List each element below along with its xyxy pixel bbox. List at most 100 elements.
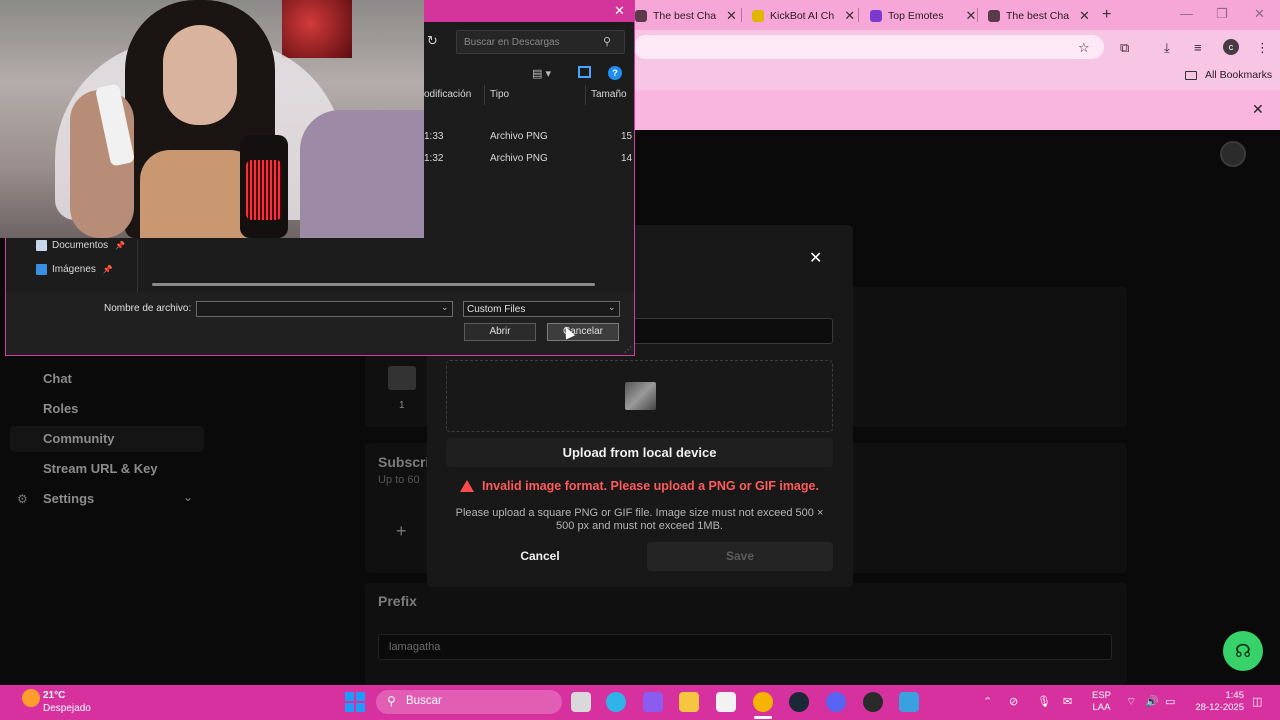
steam-icon[interactable] [789, 692, 809, 712]
dialog-search-input[interactable]: Buscar en Descargas [456, 30, 625, 54]
sidebar-item-chat[interactable]: Chat [43, 371, 72, 386]
view-options-icon[interactable]: ▤ ▾ [532, 67, 551, 80]
prefix-title: Prefix [378, 593, 417, 609]
preview-pane-icon[interactable] [578, 66, 591, 78]
omnibox[interactable] [634, 35, 1104, 59]
media-queue-icon[interactable]: ≡ [1194, 40, 1202, 55]
windows-start-icon[interactable] [345, 692, 365, 712]
emote-thumbnail[interactable] [388, 366, 416, 390]
tab-close-icon[interactable]: ✕ [1079, 8, 1090, 24]
file-type-filter[interactable]: Custom Files [463, 301, 620, 317]
store-icon[interactable] [716, 692, 736, 712]
menu-kebab-icon[interactable]: ⋮ [1256, 40, 1269, 56]
file-row-1-modified[interactable]: 1:33 [424, 131, 443, 142]
dialog-close-icon[interactable]: ✕ [614, 3, 625, 19]
weather-sun-icon[interactable] [22, 689, 40, 707]
browser-tab-4[interactable]: The best Cha ✕ [988, 4, 1090, 28]
notification-bell-icon[interactable]: ◫ [1252, 695, 1262, 708]
notification-icon[interactable]: ✉ [1063, 695, 1072, 708]
new-tab-icon[interactable]: + [1102, 6, 1111, 24]
window-close-icon[interactable]: ✕ [1254, 6, 1265, 22]
all-bookmarks[interactable]: All Bookmarks [1185, 69, 1272, 81]
sidebar-item-stream-url-key[interactable]: Stream URL & Key [43, 461, 158, 476]
prefix-input[interactable]: lamagatha [378, 634, 1112, 660]
sidebar-item-community[interactable]: Community [43, 431, 115, 446]
pin-icon: 📌 [115, 241, 126, 250]
taskbar-search[interactable] [376, 690, 562, 714]
tab-close-icon[interactable]: ✕ [844, 8, 855, 24]
volume-icon[interactable]: 🔊 [1145, 695, 1159, 708]
column-size[interactable]: Tamaño [591, 89, 627, 100]
discord-icon[interactable] [826, 692, 846, 712]
file-row-2-size[interactable]: 14 [621, 153, 632, 164]
chevron-down-icon[interactable]: ⌄ [183, 490, 193, 504]
weather-temperature[interactable]: 21°C [43, 690, 65, 701]
app-icon[interactable] [899, 692, 919, 712]
bookmark-star-icon[interactable]: ☆ [1078, 40, 1090, 56]
chevron-up-icon[interactable]: ⌃ [983, 695, 992, 708]
help-icon[interactable]: ? [608, 66, 622, 80]
browser-tab-2[interactable]: KickBot AI Ch ✕ [752, 4, 855, 28]
weather-description[interactable]: Despejado [43, 703, 91, 714]
upload-from-device-button[interactable]: Upload from local device [446, 438, 833, 467]
file-row-1-type[interactable]: Archivo PNG [490, 131, 548, 142]
profile-avatar[interactable]: c [1223, 39, 1239, 55]
nav-images[interactable]: Imágenes 📌 [36, 264, 113, 275]
task-view-icon[interactable] [571, 692, 591, 712]
battery-icon[interactable]: ▭ [1165, 695, 1175, 708]
gear-icon: ⚙ [17, 492, 28, 506]
wifi-icon[interactable]: ⌔ [1126, 695, 1136, 709]
user-avatar[interactable] [1220, 141, 1246, 167]
minimize-icon[interactable]: — [1180, 6, 1193, 21]
taskbar [0, 685, 1280, 720]
tab-label: The best Cha [1006, 10, 1070, 22]
file-explorer-icon[interactable] [679, 692, 699, 712]
support-chat-button[interactable]: ☊ [1223, 631, 1263, 671]
network-off-icon[interactable]: ⊘ [1009, 695, 1018, 708]
filename-dropdown-icon[interactable]: ⌄ [441, 302, 449, 313]
column-modified[interactable]: odificación [424, 89, 471, 100]
tab-label: KickBot AI Ch [770, 10, 835, 22]
extensions-icon[interactable]: ⧉ [1120, 40, 1129, 56]
infobar-close-icon[interactable]: ✕ [1252, 101, 1264, 118]
file-row-1-size[interactable]: 15 [621, 131, 632, 142]
filter-dropdown-icon[interactable]: ⌄ [608, 302, 616, 313]
search-icon: ⚲ [387, 694, 396, 708]
tab-close-icon[interactable]: ✕ [965, 8, 976, 24]
column-separator [585, 85, 586, 105]
add-emote-plus-icon[interactable]: + [396, 521, 407, 542]
clock[interactable]: 1:45 28-12-2025 [1192, 690, 1244, 714]
dialog-cancel-button[interactable]: Cancelar [547, 323, 619, 341]
copilot-icon[interactable] [643, 692, 663, 712]
filename-input[interactable] [196, 301, 453, 317]
all-bookmarks-label: All Bookmarks [1205, 69, 1273, 81]
nav-documents[interactable]: Documentos 📌 [36, 240, 125, 251]
refresh-icon[interactable]: ↻ [427, 33, 438, 49]
column-type[interactable]: Tipo [490, 89, 509, 100]
browser-tab-3[interactable]: Top Emotes ✕ [870, 4, 976, 28]
sidebar-item-roles[interactable]: Roles [43, 401, 78, 416]
obs-icon[interactable] [863, 692, 883, 712]
documents-icon [36, 240, 47, 251]
open-button[interactable]: Abrir [464, 323, 536, 341]
modal-close-icon[interactable]: ✕ [809, 248, 822, 268]
tab-close-icon[interactable]: ✕ [726, 8, 737, 24]
cancel-button[interactable]: Cancel [446, 542, 634, 571]
file-row-2-type[interactable]: Archivo PNG [490, 153, 548, 164]
file-row-2-modified[interactable]: 1:32 [424, 153, 443, 164]
emote-preview-image [625, 382, 656, 410]
microphone-icon[interactable]: 🎙 [1037, 695, 1051, 708]
screen: The best Cha ✕ KickBot AI Ch ✕ Top Emote… [0, 0, 1280, 720]
download-icon[interactable]: ⤓ [1164, 40, 1170, 56]
browser-tab-1[interactable]: The best Cha ✕ [635, 4, 737, 28]
chrome-icon[interactable] [753, 692, 773, 712]
edge-icon[interactable] [606, 692, 626, 712]
maximize-icon[interactable]: ❐ [1216, 6, 1228, 22]
folder-icon [1185, 70, 1197, 80]
resize-grip-icon[interactable]: ⋰ [624, 345, 632, 354]
sidebar-item-settings[interactable]: Settings [43, 491, 94, 506]
webcam-face [163, 25, 237, 125]
language-indicator[interactable]: ESP LAA [1092, 690, 1111, 714]
save-button[interactable]: Save [647, 542, 833, 571]
horizontal-scrollbar[interactable] [152, 283, 595, 286]
